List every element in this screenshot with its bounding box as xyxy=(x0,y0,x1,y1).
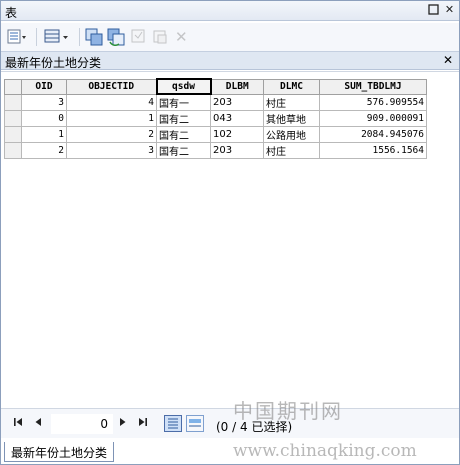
cell-qsdw[interactable]: 国有二 xyxy=(156,126,211,143)
table-tab-header[interactable]: 最新年份土地分类 ✕ xyxy=(1,51,459,70)
row-selector[interactable] xyxy=(4,110,22,127)
show-selected-records-icon[interactable] xyxy=(186,415,204,432)
next-record-icon[interactable] xyxy=(119,417,127,430)
cell-dlmc[interactable]: 其他草地 xyxy=(263,110,320,127)
cell-oid[interactable]: 1 xyxy=(21,126,67,143)
cell-qsdw[interactable]: 国有二 xyxy=(156,110,211,127)
attribute-table: OID OBJECTID qsdw DLBM DLMC SUM_TBDLMJ 3… xyxy=(4,78,427,159)
restore-icon[interactable] xyxy=(427,4,440,17)
previous-record-icon[interactable] xyxy=(34,417,42,430)
column-header-dlmc[interactable]: DLMC xyxy=(263,78,320,95)
watermark-url: www.chinaqking.com xyxy=(233,441,417,461)
table-row[interactable]: 3 4 国有一 203 村庄 576.909554 xyxy=(4,93,427,111)
table-header-row: OID OBJECTID qsdw DLBM DLMC SUM_TBDLMJ xyxy=(4,78,427,95)
cell-dlbm[interactable]: 102 xyxy=(210,126,264,143)
cell-qsdw[interactable]: 国有二 xyxy=(156,142,211,159)
table-row[interactable]: 1 2 国有二 102 公路用地 2084.945076 xyxy=(4,126,427,143)
show-all-records-icon[interactable] xyxy=(164,415,182,432)
column-header-objectid[interactable]: OBJECTID xyxy=(66,78,157,95)
select-by-attributes-icon[interactable] xyxy=(85,28,103,46)
cell-dlbm[interactable]: 203 xyxy=(210,93,264,111)
close-window-icon[interactable]: ✕ xyxy=(443,4,456,17)
cell-sum-tbdlmj[interactable]: 2084.945076 xyxy=(319,126,427,143)
related-tables-button[interactable] xyxy=(43,28,71,46)
cell-dlbm[interactable]: 203 xyxy=(210,142,264,159)
window-title: 表 xyxy=(5,6,18,20)
close-tab-icon[interactable]: ✕ xyxy=(443,53,453,67)
table-row[interactable]: 2 3 国有二 203 村庄 1556.1564 xyxy=(4,142,427,159)
watermark-text: 中国期刊网 xyxy=(233,399,343,423)
table-tab-label: 最新年份土地分类 xyxy=(5,56,102,70)
cell-objectid[interactable]: 3 xyxy=(66,142,157,159)
cell-qsdw[interactable]: 国有一 xyxy=(156,93,211,111)
bottom-table-tab[interactable]: 最新年份土地分类 xyxy=(4,442,115,462)
clear-selection-icon xyxy=(131,28,147,46)
current-record-input[interactable]: 0 xyxy=(51,414,113,434)
table-window: 表 ✕ ✕ 最新年份土地分类 ✕ OID OBJECTID qsdw DLBM … xyxy=(0,0,460,465)
row-selector[interactable] xyxy=(4,126,22,143)
toolbar-separator xyxy=(36,28,37,46)
column-header-sum-tbdlmj[interactable]: SUM_TBDLMJ xyxy=(319,78,427,95)
table-row[interactable]: 0 1 国有二 043 其他草地 909.000091 xyxy=(4,110,427,127)
last-record-icon[interactable] xyxy=(138,417,148,430)
cell-sum-tbdlmj[interactable]: 909.000091 xyxy=(319,110,427,127)
cell-objectid[interactable]: 1 xyxy=(66,110,157,127)
record-navigation-bar: 0 (0 / 4 已选择) xyxy=(1,408,459,438)
delete-icon: ✕ xyxy=(175,28,188,46)
row-selector[interactable] xyxy=(4,142,22,159)
attribute-table-area: OID OBJECTID qsdw DLBM DLMC SUM_TBDLMJ 3… xyxy=(1,71,459,406)
column-header-qsdw[interactable]: qsdw xyxy=(155,78,212,95)
cell-objectid[interactable]: 4 xyxy=(66,93,157,111)
column-header-oid[interactable]: OID xyxy=(21,78,67,95)
cell-oid[interactable]: 2 xyxy=(21,142,67,159)
toolbar-separator xyxy=(79,28,80,46)
column-header-dlbm[interactable]: DLBM xyxy=(210,78,264,95)
cell-sum-tbdlmj[interactable]: 1556.1564 xyxy=(319,142,427,159)
cell-objectid[interactable]: 2 xyxy=(66,126,157,143)
row-selector[interactable] xyxy=(4,93,22,111)
table-options-button[interactable] xyxy=(7,28,29,46)
cell-dlmc[interactable]: 村庄 xyxy=(263,142,320,159)
cell-dlbm[interactable]: 043 xyxy=(210,110,264,127)
title-bar: 表 ✕ xyxy=(1,1,459,21)
delete-selected-icon xyxy=(152,28,168,46)
table-toolbar: ✕ xyxy=(1,23,459,51)
row-selector-header[interactable] xyxy=(4,78,22,95)
switch-selection-icon[interactable] xyxy=(107,28,125,46)
cell-dlmc[interactable]: 公路用地 xyxy=(263,126,320,143)
cell-sum-tbdlmj[interactable]: 576.909554 xyxy=(319,93,427,111)
cell-oid[interactable]: 0 xyxy=(21,110,67,127)
cell-oid[interactable]: 3 xyxy=(21,93,67,111)
cell-dlmc[interactable]: 村庄 xyxy=(263,93,320,111)
first-record-icon[interactable] xyxy=(13,417,23,430)
